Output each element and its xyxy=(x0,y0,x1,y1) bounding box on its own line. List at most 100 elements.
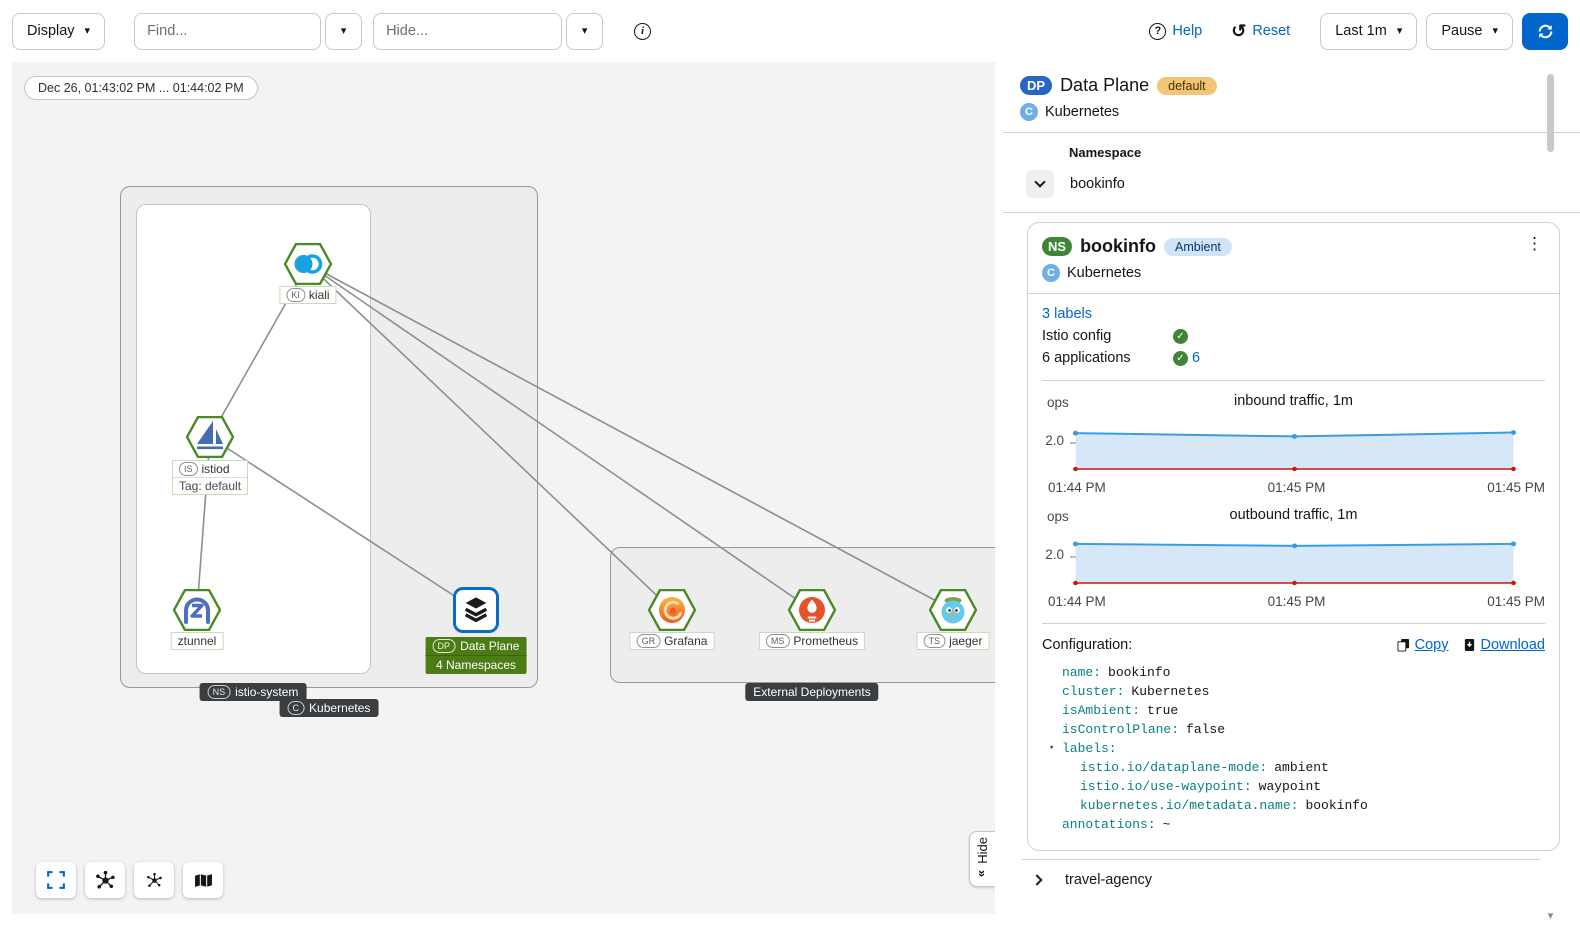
cluster-name: Kubernetes xyxy=(1067,265,1142,281)
time-range-label: Last 1m xyxy=(1335,23,1387,39)
istio-config-label: Istio config xyxy=(1042,328,1112,344)
check-circle-icon: ✓ xyxy=(1173,328,1188,344)
panel-scrollbar[interactable]: ▾ xyxy=(1544,66,1557,922)
graph-node-istiod[interactable] xyxy=(186,416,234,458)
chart-y-tick: 2.0 xyxy=(1045,433,1064,448)
display-dropdown[interactable]: Display ▾ xyxy=(12,12,106,50)
node-type-badge: DP xyxy=(432,639,456,653)
cluster-badge: C xyxy=(287,701,305,715)
refresh-button[interactable] xyxy=(1522,12,1568,50)
node-type-badge: TS xyxy=(923,634,946,648)
graph-node-jaeger[interactable] xyxy=(929,589,977,631)
scroll-down-arrow-icon[interactable]: ▾ xyxy=(1544,909,1557,922)
dataplane-badge: DP xyxy=(1020,76,1053,95)
hide-panel-tab[interactable]: Hide » xyxy=(969,831,995,887)
map-icon xyxy=(194,873,212,887)
graph-node-label-kiali[interactable]: KI kiali xyxy=(279,286,337,304)
graph-node-label-prometheus[interactable]: MS Prometheus xyxy=(758,632,866,650)
hide-input[interactable] xyxy=(373,12,563,50)
help-link[interactable]: ? Help xyxy=(1149,22,1202,40)
time-range-dropdown[interactable]: Last 1m ▾ xyxy=(1320,12,1418,50)
namespace-badge: NS xyxy=(207,685,231,699)
copy-config-link[interactable]: Copy xyxy=(1397,637,1449,653)
caret-down-icon: ▾ xyxy=(581,24,588,37)
yaml-line: kubernetes.io/metadata.name: bookinfo xyxy=(1080,798,1368,813)
help-icon: ? xyxy=(1149,22,1167,40)
reset-link-label: Reset xyxy=(1252,23,1291,39)
kebab-menu-icon[interactable]: ⋮ xyxy=(1526,235,1543,252)
istiod-tag-label: Tag: default xyxy=(172,477,248,494)
pause-dropdown[interactable]: Pause ▾ xyxy=(1426,12,1513,50)
hide-tab-label: Hide xyxy=(975,836,990,864)
scrollbar-thumb[interactable] xyxy=(1547,74,1554,152)
mesh-graph-panel: Dec 26, 01:43:02 PM ... 01:44:02 PM KI k… xyxy=(12,62,995,914)
legend-button[interactable] xyxy=(183,862,223,898)
info-icon[interactable]: i xyxy=(634,22,652,40)
find-input[interactable] xyxy=(134,12,322,50)
bookinfo-card-body: 3 labels Istio config ✓ 6 applications ✓… xyxy=(1028,294,1559,850)
kubernetes-cluster-chip[interactable]: C Kubernetes xyxy=(279,699,379,717)
graph-node-prometheus[interactable] xyxy=(788,589,836,631)
yaml-line-labels: ▾ labels: xyxy=(1049,741,1117,756)
node-type-badge: MS xyxy=(765,634,790,648)
labels-link[interactable]: 3 labels xyxy=(1042,306,1092,322)
download-config-link[interactable]: Download xyxy=(1463,637,1545,653)
node-type-badge: GR xyxy=(636,634,661,648)
graph-time-range-badge: Dec 26, 01:43:02 PM ... 01:44:02 PM xyxy=(24,76,258,100)
fit-to-screen-button[interactable] xyxy=(36,862,76,898)
namespace-row-travel-agency[interactable]: travel-agency xyxy=(1003,860,1580,898)
chart-x-tick: 01:45 PM xyxy=(1487,594,1545,609)
mesh-side-panel: DP Data Plane default C Kubernetes Names… xyxy=(1003,62,1580,926)
sync-icon xyxy=(1538,24,1552,38)
yaml-line: istio.io/dataplane-mode: ambient xyxy=(1080,760,1329,775)
graph-node-label-dataplane[interactable]: DP Data Plane 4 Namespaces xyxy=(425,637,527,674)
namespace-box-istio-system xyxy=(136,204,371,674)
graph-node-kiali[interactable] xyxy=(284,243,332,285)
yaml-line: name: bookinfo xyxy=(1062,665,1171,680)
configuration-yaml: name: bookinfo cluster: Kubernetes isAmbie… xyxy=(1049,663,1545,834)
graph-node-dataplane[interactable] xyxy=(453,587,499,633)
layout-icon xyxy=(95,870,115,889)
chart-x-tick: 01:44 PM xyxy=(1048,594,1106,609)
namespace-row-bookinfo[interactable]: bookinfo xyxy=(1003,170,1580,213)
chart-y-unit: ops xyxy=(1047,395,1069,410)
graph-node-label-jaeger[interactable]: TS jaeger xyxy=(916,632,990,650)
dataplane-namespaces-label: 4 Namespaces xyxy=(425,655,527,674)
hide-options-dropdown[interactable]: ▾ xyxy=(566,12,604,50)
chart-plot xyxy=(1070,430,1517,472)
external-deployments-chip[interactable]: External Deployments xyxy=(745,683,879,701)
reset-link[interactable]: ↺ Reset xyxy=(1231,22,1290,40)
revision-badge: default xyxy=(1157,76,1217,95)
layers-icon xyxy=(464,597,488,623)
cluster-badge: C xyxy=(1020,103,1038,121)
reset-icon: ↺ xyxy=(1231,21,1247,41)
graph-node-label-istiod[interactable]: IS istiod Tag: default xyxy=(171,460,249,495)
graph-node-grafana[interactable] xyxy=(648,589,696,631)
jaeger-icon xyxy=(941,597,965,624)
node-type-badge: KI xyxy=(286,288,305,302)
yaml-line: isAmbient: true xyxy=(1062,703,1179,718)
graph-layout-button[interactable] xyxy=(85,862,125,898)
inbound-traffic-chart: ops inbound traffic, 1m 2.0 01:44 PM 01:… xyxy=(1042,393,1545,495)
collapse-chevrons-icon: » xyxy=(974,870,990,878)
yaml-line: isControlPlane: false xyxy=(1062,722,1226,737)
yaml-line: istio.io/use-waypoint: waypoint xyxy=(1080,779,1322,794)
kiali-mesh-page: Display ▾ ▾ ▾ i ? Help ↺ Reset Last 1m ▾… xyxy=(0,0,1580,926)
graph-node-ztunnel[interactable] xyxy=(173,589,221,631)
top-toolbar: Display ▾ ▾ ▾ i ? Help ↺ Reset Last 1m ▾… xyxy=(0,0,1580,62)
ambient-badge: Ambient xyxy=(1164,237,1232,256)
collapse-caret-icon[interactable]: ▾ xyxy=(1049,739,1054,758)
panel-title: Data Plane xyxy=(1060,75,1150,95)
chart-x-tick: 01:44 PM xyxy=(1048,480,1106,495)
namespace-layout-button[interactable] xyxy=(134,862,174,898)
collapse-namespace-button[interactable] xyxy=(1026,170,1054,198)
applications-label: 6 applications xyxy=(1042,350,1131,366)
graph-node-label-grafana[interactable]: GR Grafana xyxy=(629,632,715,650)
cluster-badge: C xyxy=(1042,264,1060,282)
find-options-dropdown[interactable]: ▾ xyxy=(325,12,363,50)
chevron-right-icon xyxy=(1031,874,1043,886)
graph-node-label-ztunnel[interactable]: ztunnel xyxy=(170,632,224,650)
caret-down-icon: ▾ xyxy=(1492,24,1498,37)
grafana-icon xyxy=(659,597,685,623)
applications-count-link[interactable]: 6 xyxy=(1192,350,1200,366)
